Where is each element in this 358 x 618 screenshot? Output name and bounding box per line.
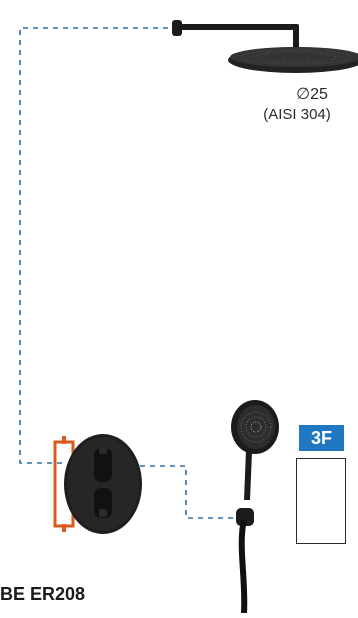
function-badge: 3F: [299, 425, 344, 451]
material-label: (AISI 304): [263, 106, 331, 123]
supply-line-hand: [140, 465, 240, 519]
spray-mode-box: [296, 458, 346, 544]
thermostatic-valve-icon: [53, 434, 142, 534]
ceiling-shower-head-icon: [172, 20, 358, 73]
pipe-lines: [19, 27, 240, 519]
product-diagram: ∅25 (AISI 304) 3F BE ER208: [0, 0, 358, 614]
diameter-label: ∅25: [296, 86, 328, 103]
product-code: BE ER208: [0, 584, 86, 604]
hand-shower-icon: [231, 400, 279, 614]
supply-line-head: [19, 27, 168, 464]
